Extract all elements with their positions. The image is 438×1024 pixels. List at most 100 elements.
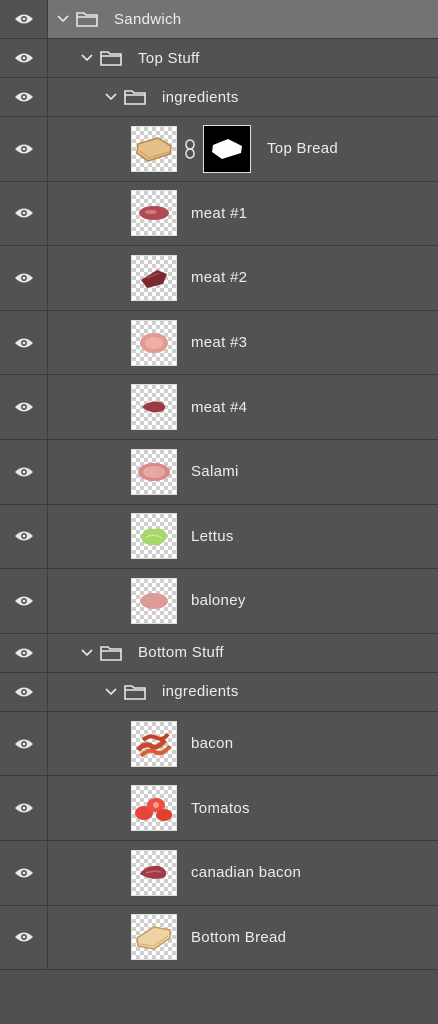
visibility-toggle[interactable]: [0, 840, 48, 905]
layer-bacon[interactable]: bacon: [0, 711, 438, 777]
layer-thumbnail[interactable]: [131, 577, 177, 624]
layer-group-ingredients[interactable]: ingredients: [0, 78, 438, 117]
layer-thumbnail[interactable]: [131, 785, 177, 832]
folder-icon: [76, 11, 98, 27]
eye-icon: [14, 338, 33, 348]
folder-icon: [100, 645, 122, 661]
eye-icon: [14, 208, 33, 218]
bread-slice-icon: [136, 926, 171, 951]
layer-meat-2[interactable]: meat #2: [0, 246, 438, 311]
chevron-down-icon[interactable]: [80, 51, 94, 65]
layer-name: bacon: [191, 735, 234, 753]
visibility-toggle[interactable]: [0, 672, 48, 711]
visibility-toggle[interactable]: [0, 310, 48, 375]
layer-name: ingredients: [162, 88, 239, 106]
layer-thumbnail[interactable]: [131, 720, 177, 767]
visibility-toggle[interactable]: [0, 569, 48, 633]
layer-name: meat #3: [191, 334, 248, 352]
layer-thumbnail[interactable]: [131, 849, 177, 896]
layer-group-top-stuff[interactable]: Top Stuff: [0, 39, 438, 78]
eye-icon: [14, 648, 33, 658]
layer-canadian-bacon[interactable]: canadian bacon: [0, 840, 438, 906]
layer-group-bottom-stuff[interactable]: Bottom Stuff: [0, 633, 438, 673]
layer-meat-1[interactable]: meat #1: [0, 181, 438, 247]
visibility-toggle[interactable]: [0, 633, 48, 672]
layer-name: meat #1: [191, 204, 248, 222]
visibility-toggle[interactable]: [0, 39, 48, 77]
layer-lettus[interactable]: Lettus: [0, 504, 438, 570]
eye-icon: [14, 868, 33, 878]
layer-top-bread[interactable]: Top Bread: [0, 117, 438, 182]
layer-thumbnail[interactable]: [131, 384, 177, 431]
visibility-toggle[interactable]: [0, 776, 48, 840]
layer-thumbnail[interactable]: [131, 319, 177, 366]
tomato-icon: [135, 798, 172, 822]
mask-shape-icon: [212, 138, 242, 159]
chevron-down-icon[interactable]: [104, 685, 118, 699]
layer-name: Lettus: [191, 527, 234, 545]
layer-name: Salami: [191, 463, 239, 481]
eye-icon: [14, 92, 33, 102]
visibility-toggle[interactable]: [0, 439, 48, 504]
layer-baloney[interactable]: baloney: [0, 569, 438, 634]
folder-icon: [124, 684, 146, 700]
layer-thumbnail[interactable]: [131, 513, 177, 560]
eye-icon: [14, 803, 33, 813]
eye-icon: [14, 467, 33, 477]
baloney-icon: [140, 592, 168, 609]
layer-thumbnail[interactable]: [131, 190, 177, 237]
eye-icon: [14, 932, 33, 942]
eye-icon: [14, 273, 33, 283]
layer-group-sandwich[interactable]: Sandwich: [0, 0, 438, 39]
panel-footer: [0, 970, 438, 1017]
meat-icon: [142, 401, 166, 413]
eye-icon: [14, 531, 33, 541]
layer-meat-4[interactable]: meat #4: [0, 375, 438, 440]
visibility-toggle[interactable]: [0, 78, 48, 116]
meat-icon: [141, 269, 167, 288]
layers-panel: Sandwich Top Stuff ingredients Top Bread…: [0, 0, 438, 1024]
layer-bottom-bread[interactable]: Bottom Bread: [0, 905, 438, 971]
salami-icon: [138, 462, 170, 481]
visibility-toggle[interactable]: [0, 905, 48, 970]
visibility-toggle[interactable]: [0, 375, 48, 439]
layer-thumbnail[interactable]: [131, 254, 177, 301]
eye-icon: [14, 687, 33, 697]
layer-name: ingredients: [162, 683, 239, 701]
bread-slice-icon: [136, 136, 172, 162]
layer-name: Bottom Bread: [191, 928, 287, 946]
visibility-toggle[interactable]: [0, 504, 48, 569]
link-icon[interactable]: [183, 139, 197, 159]
layer-thumbnail[interactable]: [131, 125, 177, 172]
layer-salami[interactable]: Salami: [0, 439, 438, 505]
visibility-toggle[interactable]: [0, 117, 48, 181]
eye-icon: [14, 144, 33, 154]
canadian-bacon-icon: [140, 865, 167, 879]
layer-thumbnail[interactable]: [131, 448, 177, 495]
layer-group-ingredients[interactable]: ingredients: [0, 672, 438, 712]
visibility-toggle[interactable]: [0, 181, 48, 246]
layer-name: Tomatos: [191, 799, 250, 817]
layer-name: baloney: [191, 592, 246, 610]
layer-name: Sandwich: [114, 10, 182, 28]
layer-tomatos[interactable]: Tomatos: [0, 776, 438, 841]
layer-name: meat #2: [191, 269, 248, 287]
layer-meat-3[interactable]: meat #3: [0, 310, 438, 376]
chevron-down-icon[interactable]: [80, 646, 94, 660]
layer-name: Bottom Stuff: [138, 644, 224, 662]
chevron-down-icon[interactable]: [104, 90, 118, 104]
lettuce-icon: [141, 529, 167, 546]
visibility-toggle[interactable]: [0, 711, 48, 776]
layer-name: meat #4: [191, 398, 248, 416]
chevron-down-icon[interactable]: [56, 12, 70, 26]
meat-icon: [140, 332, 168, 353]
layer-name: Top Stuff: [138, 49, 200, 67]
visibility-toggle[interactable]: [0, 0, 48, 38]
layer-thumbnail[interactable]: [131, 914, 177, 961]
eye-icon: [14, 739, 33, 749]
visibility-toggle[interactable]: [0, 246, 48, 310]
layer-mask-thumbnail[interactable]: [203, 124, 251, 173]
meat-icon: [139, 206, 169, 221]
eye-icon: [14, 402, 33, 412]
eye-icon: [14, 14, 33, 24]
